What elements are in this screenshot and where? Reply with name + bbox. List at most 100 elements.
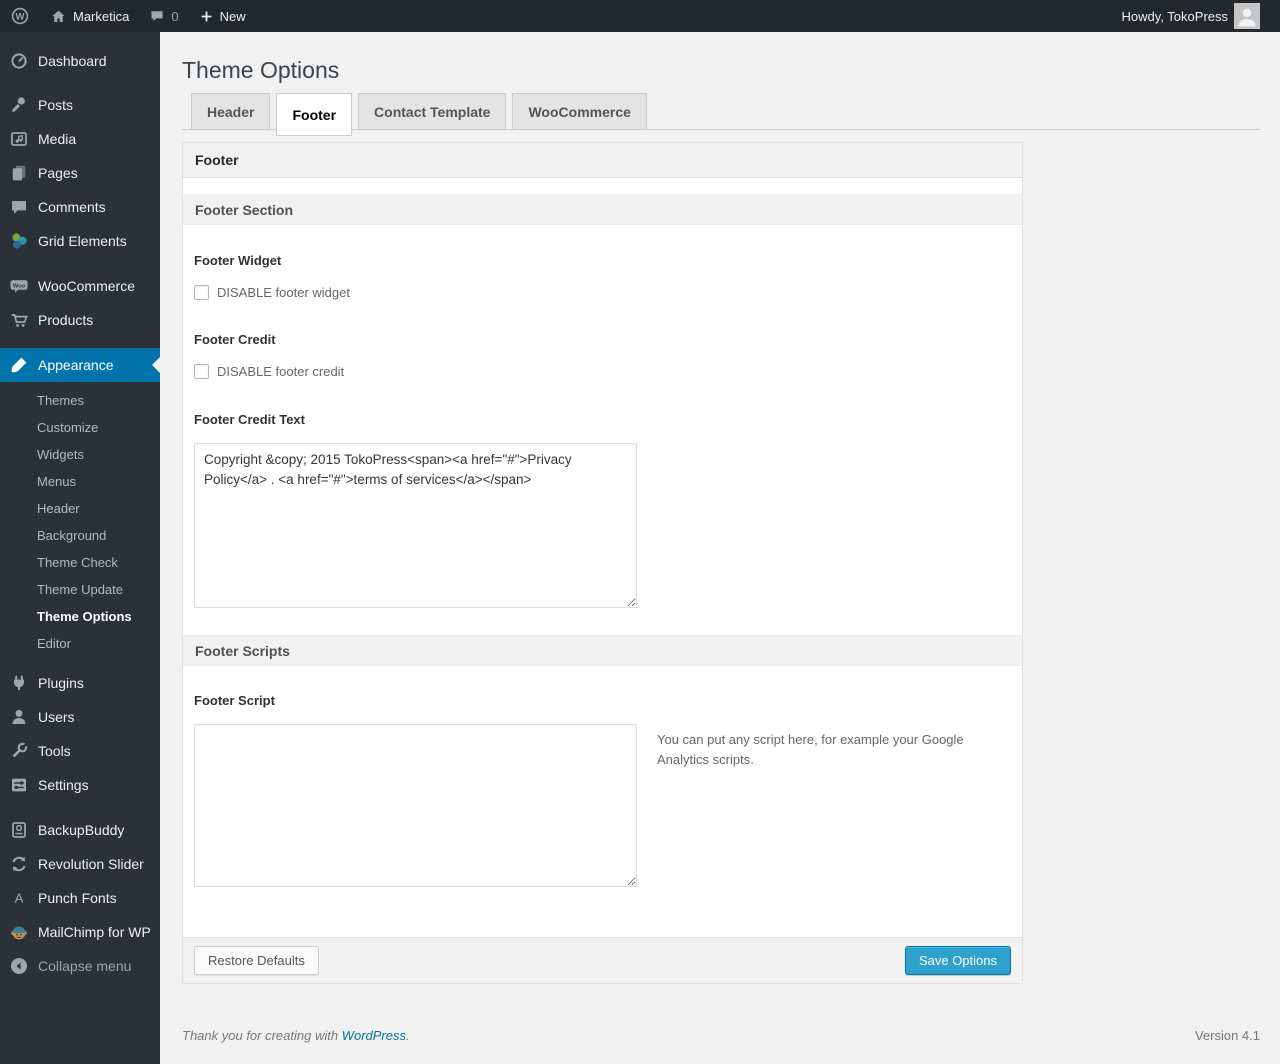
footer-scripts-heading: Footer Scripts	[183, 635, 1022, 666]
tab-header[interactable]: Header	[191, 93, 271, 130]
pin-icon	[9, 95, 29, 115]
sidebar-item-backupbuddy[interactable]: BackupBuddy	[0, 813, 160, 847]
comments-menu[interactable]: 0	[139, 0, 188, 32]
sidebar-item-comments[interactable]: Comments	[0, 190, 160, 224]
user-icon	[9, 707, 29, 727]
sidebar-label: Revolution Slider	[38, 856, 144, 872]
sidebar-item-punch-fonts[interactable]: A Punch Fonts	[0, 881, 160, 915]
account-menu[interactable]: Howdy, TokoPress	[1112, 0, 1270, 32]
sidebar-label: Posts	[38, 97, 74, 113]
sidebar-label: Collapse menu	[38, 958, 132, 974]
dashboard-icon	[9, 51, 29, 71]
submenu-item-theme-update[interactable]: Theme Update	[0, 576, 160, 603]
sync-arrows-icon	[9, 854, 29, 874]
thanks-period: .	[406, 1028, 410, 1043]
submenu-item-customize[interactable]: Customize	[0, 414, 160, 441]
submenu-item-header[interactable]: Header	[0, 495, 160, 522]
new-menu[interactable]: New	[189, 0, 256, 32]
sidebar-label: Tools	[38, 743, 71, 759]
footer-thanks: Thank you for creating with WordPress.	[182, 1028, 410, 1043]
wordpress-logo-icon: W	[10, 6, 30, 26]
appearance-submenu: Themes Customize Widgets Menus Header Ba…	[0, 382, 160, 666]
footer-widget-row: DISABLE footer widget	[194, 284, 1022, 300]
footer-script-textarea[interactable]	[194, 724, 637, 887]
theme-options-panel: Footer Footer Section Footer Widget DISA…	[182, 142, 1023, 984]
sidebar-label: Punch Fonts	[38, 890, 117, 906]
sidebar-item-plugins[interactable]: Plugins	[0, 666, 160, 700]
sidebar-item-mailchimp[interactable]: MailChimp for WP	[0, 915, 160, 949]
submenu-item-widgets[interactable]: Widgets	[0, 441, 160, 468]
sidebar-item-products[interactable]: Products	[0, 303, 160, 337]
disable-footer-widget-checkbox[interactable]	[194, 284, 209, 300]
comment-bubble-icon	[149, 8, 165, 24]
page-title: Theme Options	[182, 57, 340, 83]
sidebar-item-grid-elements[interactable]: Grid Elements	[0, 224, 160, 258]
sidebar-item-users[interactable]: Users	[0, 700, 160, 734]
sidebar-item-tools[interactable]: Tools	[0, 734, 160, 768]
disable-footer-credit-checkbox[interactable]	[194, 363, 209, 379]
submenu-item-theme-options[interactable]: Theme Options	[0, 603, 160, 630]
sidebar-label: Pages	[38, 165, 78, 181]
sidebar-label: Comments	[38, 199, 106, 215]
nav-tabs: Header Footer Contact Template WooCommer…	[182, 93, 1260, 136]
sidebar-label: Users	[38, 709, 75, 725]
howdy-text: Howdy, TokoPress	[1121, 8, 1228, 24]
home-icon	[50, 8, 67, 25]
sidebar-item-media[interactable]: Media	[0, 122, 160, 156]
footer-section-heading: Footer Section	[183, 194, 1022, 225]
tab-footer[interactable]: Footer	[276, 93, 353, 136]
submenu-item-editor[interactable]: Editor	[0, 630, 160, 657]
tab-contact-template[interactable]: Contact Template	[358, 93, 507, 130]
wordpress-logo-menu[interactable]: W	[0, 0, 40, 32]
avatar	[1234, 3, 1260, 29]
site-name-menu[interactable]: Marketica	[40, 0, 139, 32]
sidebar-item-pages[interactable]: Pages	[0, 156, 160, 190]
panel-heading: Footer	[183, 142, 1022, 178]
main-content: Theme Options Header Footer Contact Temp…	[160, 32, 1280, 1064]
admin-footer: Thank you for creating with WordPress. V…	[182, 1028, 1260, 1043]
sidebar-label: Settings	[38, 777, 89, 793]
submenu-item-menus[interactable]: Menus	[0, 468, 160, 495]
admin-sidebar: Dashboard Posts Media Pages Comments Gri…	[0, 32, 160, 1064]
sidebar-label: Plugins	[38, 675, 84, 691]
sidebar-item-dashboard[interactable]: Dashboard	[0, 44, 160, 78]
sidebar-label: BackupBuddy	[38, 822, 125, 838]
comments-icon	[9, 197, 29, 217]
sidebar-label: Media	[38, 131, 77, 147]
disable-footer-widget-label: DISABLE footer widget	[217, 284, 350, 300]
sidebar-item-settings[interactable]: Settings	[0, 768, 160, 802]
sidebar-label: MailChimp for WP	[38, 924, 151, 940]
wrench-icon	[9, 741, 29, 761]
tab-woocommerce[interactable]: WooCommerce	[512, 93, 647, 130]
sidebar-item-appearance[interactable]: Appearance	[0, 348, 160, 382]
plus-icon	[199, 9, 214, 24]
backup-drive-icon	[9, 820, 29, 840]
footer-script-help: You can put any script here, for example…	[657, 732, 964, 768]
footer-credit-text-textarea[interactable]: Copyright &copy; 2015 TokoPress<span><a …	[194, 443, 637, 608]
restore-defaults-button[interactable]: Restore Defaults	[194, 945, 319, 976]
save-options-button[interactable]: Save Options	[904, 945, 1011, 976]
svg-text:Woo: Woo	[13, 283, 26, 289]
pages-icon	[9, 163, 29, 183]
grid-elements-icon	[9, 231, 29, 251]
sidebar-label: Dashboard	[38, 53, 107, 69]
submenu-item-background[interactable]: Background	[0, 522, 160, 549]
cart-icon	[9, 310, 29, 330]
admin-bar: W Marketica 0 New Howdy, TokoPress	[0, 0, 1280, 32]
svg-text:W: W	[16, 12, 25, 23]
wordpress-link[interactable]: WordPress	[342, 1028, 406, 1043]
disable-footer-credit-label: DISABLE footer credit	[217, 363, 345, 379]
sidebar-item-revolution-slider[interactable]: Revolution Slider	[0, 847, 160, 881]
sidebar-item-posts[interactable]: Posts	[0, 88, 160, 122]
sidebar-item-woocommerce[interactable]: Woo WooCommerce	[0, 269, 160, 303]
footer-credit-label: Footer Credit	[194, 332, 276, 347]
sidebar-item-collapse-menu[interactable]: Collapse menu	[0, 949, 160, 983]
submenu-item-themes[interactable]: Themes	[0, 387, 160, 414]
svg-text:A: A	[15, 891, 24, 906]
sidebar-label: Products	[38, 312, 94, 328]
footer-widget-label: Footer Widget	[194, 253, 282, 268]
submenu-item-theme-check[interactable]: Theme Check	[0, 549, 160, 576]
woocommerce-icon: Woo	[9, 276, 29, 296]
mailchimp-monkey-icon	[9, 922, 29, 942]
panel-action-bar: Restore Defaults Save Options	[183, 937, 1022, 983]
